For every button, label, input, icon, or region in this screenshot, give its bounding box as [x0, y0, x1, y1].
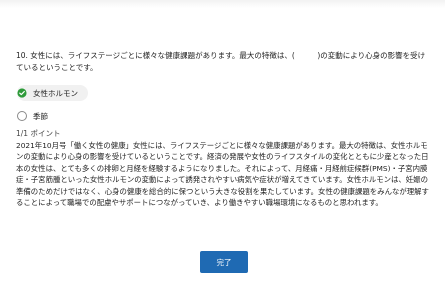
answer-options: 女性ホルモン 季節 [17, 85, 88, 131]
option-label: 女性ホルモン [33, 88, 78, 98]
option-label: 季節 [33, 111, 48, 121]
done-button[interactable]: 完了 [200, 251, 248, 273]
top-bar [0, 0, 445, 8]
check-circle-icon [17, 88, 27, 98]
points-score: 1/1 ポイント [16, 129, 61, 138]
question-text: 10. 女性には、ライフステージごとに様々な健康課題があります。最大の特徴は、(… [16, 51, 426, 72]
radio-empty-icon [17, 111, 27, 121]
option-female-hormone[interactable]: 女性ホルモン [17, 85, 88, 101]
option-season[interactable]: 季節 [17, 108, 88, 124]
explanation-text: 2021年10月号「働く女性の健康」女性には、ライフステージごとに様々な健康課題… [16, 141, 429, 208]
